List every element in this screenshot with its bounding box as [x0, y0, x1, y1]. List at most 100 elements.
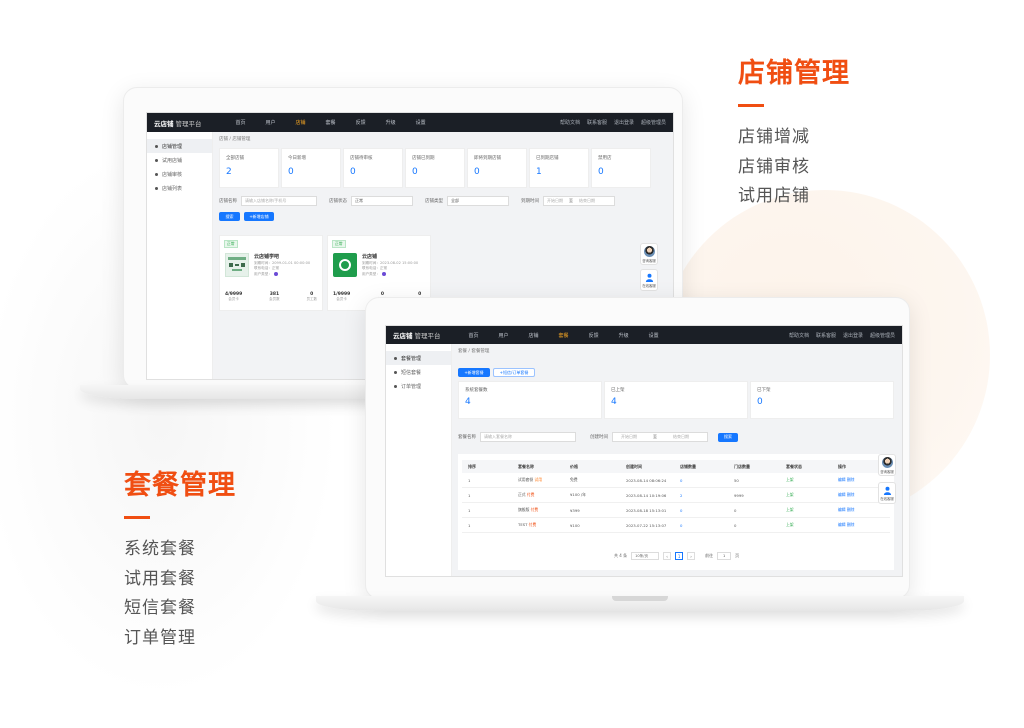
help-docs-link[interactable]: 帮助文档 — [560, 119, 580, 126]
customer-service-widget[interactable]: 咨询客服 — [640, 243, 658, 265]
nav-stores[interactable]: 店铺 — [529, 332, 539, 339]
action-buttons: 搜索 +新增店铺 — [219, 212, 274, 221]
feature-item: 短信套餐 — [124, 598, 196, 618]
nav-settings[interactable]: 设置 — [649, 332, 659, 339]
user-support-icon — [645, 273, 653, 282]
page-number[interactable]: 1 — [675, 552, 684, 560]
nav-plans[interactable]: 套餐 — [559, 332, 569, 339]
delete-link[interactable]: 删除 — [847, 477, 855, 482]
logout-link[interactable]: 退出登录 — [614, 119, 634, 126]
filter-label: 套餐名称 — [458, 435, 476, 440]
nav-home[interactable]: 首页 — [236, 119, 246, 126]
online-service-widget[interactable]: 在线客服 — [640, 269, 658, 291]
laptop-notch — [612, 596, 668, 601]
admin-menu[interactable]: 超级管理员 — [641, 119, 666, 126]
stat-card: 已上架 4 — [604, 381, 748, 419]
app-logo: 云店铺 管理平台 — [393, 332, 441, 340]
expire-date-range[interactable]: 开始日期至结束日期 — [543, 196, 615, 206]
store-logo — [333, 253, 357, 277]
online-service-widget[interactable]: 在线客服 — [878, 482, 896, 504]
sidebar-item-store-review[interactable]: 店铺审核 — [147, 167, 212, 181]
nav-users[interactable]: 用户 — [499, 332, 509, 339]
nav-settings[interactable]: 设置 — [416, 119, 426, 126]
nav-stores[interactable]: 店铺 — [296, 119, 306, 126]
contact-link[interactable]: 联系客服 — [587, 119, 607, 126]
store-type-select[interactable]: 全部 — [447, 196, 509, 206]
nav-upgrade[interactable]: 升级 — [619, 332, 629, 339]
stat-card: 禁用店 0 — [591, 148, 651, 188]
app-topbar: 云店铺 管理平台 首页 用户 店铺 套餐 反馈 升级 设置 帮助文档 联系客服 退… — [386, 326, 902, 344]
breadcrumb: 套餐 / 套餐管理 — [458, 349, 490, 354]
edit-link[interactable]: 编辑 — [838, 522, 846, 527]
sidebar-item-store-list[interactable]: 店铺列表 — [147, 181, 212, 195]
main-nav: 首页 用户 店铺 套餐 反馈 升级 设置 — [469, 332, 659, 339]
feature-title: 店铺管理 — [738, 58, 850, 89]
delete-link[interactable]: 删除 — [847, 507, 855, 512]
contact-link[interactable]: 联系客服 — [816, 332, 836, 339]
prev-page-icon[interactable]: ‹ — [663, 552, 672, 560]
feature-item: 系统套餐 — [124, 539, 196, 559]
main-content: 套餐 / 套餐管理 +新增套餐 +短信/订单套餐 系统套餐数 4 已上架 4 已… — [452, 344, 902, 576]
stat-card: 店铺待审核 0 — [343, 148, 403, 188]
search-button[interactable]: 搜索 — [718, 432, 738, 442]
bullet-icon — [155, 186, 158, 190]
bullet-icon — [394, 356, 397, 360]
user-type-icon — [381, 271, 386, 276]
nav-feedback[interactable]: 反馈 — [356, 119, 366, 126]
table-row[interactable]: 1 旗舰版 付费 ¥399 2023-08-18 15:13:01 0 0 上架… — [462, 503, 890, 518]
store-name-input[interactable]: 请输入店铺名称/手机号 — [241, 196, 317, 206]
nav-users[interactable]: 用户 — [266, 119, 276, 126]
sidebar-item-orders[interactable]: 订单管理 — [386, 379, 451, 393]
nav-upgrade[interactable]: 升级 — [386, 119, 396, 126]
admin-menu[interactable]: 超级管理员 — [870, 332, 895, 339]
goto-page-input[interactable]: 1 — [717, 552, 732, 560]
sidebar-item-sms-plan[interactable]: 短信套餐 — [386, 365, 451, 379]
app-screen: 云店铺 管理平台 首页 用户 店铺 套餐 反馈 升级 设置 帮助文档 联系客服 退… — [385, 325, 903, 577]
add-sms-plan-button[interactable]: +短信/订单套餐 — [493, 368, 535, 377]
stat-card: 今日新增 0 — [281, 148, 341, 188]
sidebar-item-store-manage[interactable]: 店铺管理 — [147, 139, 212, 153]
customer-service-widget[interactable]: 咨询客服 — [878, 454, 896, 476]
table-row[interactable]: 1 试用套餐 试用 免费 2023-08-14 08:06:24 0 50 上架… — [462, 473, 890, 488]
feature-item: 试用套餐 — [124, 568, 196, 589]
edit-link[interactable]: 编辑 — [838, 492, 846, 497]
sidebar-item-trial-stores[interactable]: 试用店铺 — [147, 153, 212, 167]
goto-label: 前往 — [705, 553, 714, 558]
sidebar-item-plan-manage[interactable]: 套餐管理 — [386, 351, 451, 365]
stat-card: 系统套餐数 4 — [458, 381, 602, 419]
total-count: 共 4 条 — [614, 553, 628, 558]
stat-card: 已下架 0 — [750, 381, 894, 419]
feature-store-block: 店铺管理 店铺增减 店铺审核 试用店铺 — [738, 51, 850, 212]
nav-feedback[interactable]: 反馈 — [589, 332, 599, 339]
nav-home[interactable]: 首页 — [469, 332, 479, 339]
status-tag: 正常 — [224, 240, 238, 248]
feature-title: 套餐管理 — [124, 470, 236, 501]
delete-link[interactable]: 删除 — [847, 522, 855, 527]
add-store-button[interactable]: +新增店铺 — [244, 212, 274, 221]
bullet-icon — [394, 384, 397, 388]
table-row[interactable]: 1 TEST 付费 ¥100 2023-07-22 15:13:07 0 0 上… — [462, 518, 890, 533]
create-date-range[interactable]: 开始日期至结束日期 — [612, 432, 708, 442]
help-docs-link[interactable]: 帮助文档 — [789, 332, 809, 339]
topbar-right: 帮助文档 联系客服 退出登录 超级管理员 — [560, 119, 666, 126]
store-status-select[interactable]: 正常 — [351, 196, 413, 206]
bullet-icon — [155, 144, 158, 148]
plan-name-input[interactable]: 请输入套餐名称 — [480, 432, 576, 442]
delete-link[interactable]: 删除 — [847, 492, 855, 497]
edit-link[interactable]: 编辑 — [838, 477, 846, 482]
app-topbar: 云店铺 管理平台 首页 用户 店铺 套餐 反馈 升级 设置 帮助文档 联系客服 退… — [147, 113, 673, 132]
store-card[interactable]: 正常 云店铺学吧 到期时间：2099-01-01 00:00:00 联系电话：正常… — [219, 235, 323, 311]
page-size-select[interactable]: 10条/页 — [631, 552, 660, 560]
store-meta: 到期时间：2023-08-02 15:00:00 联系电话：正常 用户类型： — [362, 261, 419, 276]
logout-link[interactable]: 退出登录 — [843, 332, 863, 339]
add-plan-button[interactable]: +新增套餐 — [458, 368, 490, 377]
nav-plans[interactable]: 套餐 — [326, 119, 336, 126]
feature-divider — [124, 516, 150, 519]
stat-card: 已到期店铺 1 — [529, 148, 589, 188]
next-page-icon[interactable]: › — [687, 552, 696, 560]
user-type-icon — [273, 271, 278, 276]
table-row[interactable]: 1 正式 付费 ¥100 /年 2023-08-14 10:19:06 2 99… — [462, 488, 890, 503]
search-button[interactable]: 搜索 — [219, 212, 240, 221]
status-tag: 正常 — [332, 240, 346, 248]
edit-link[interactable]: 编辑 — [838, 507, 846, 512]
